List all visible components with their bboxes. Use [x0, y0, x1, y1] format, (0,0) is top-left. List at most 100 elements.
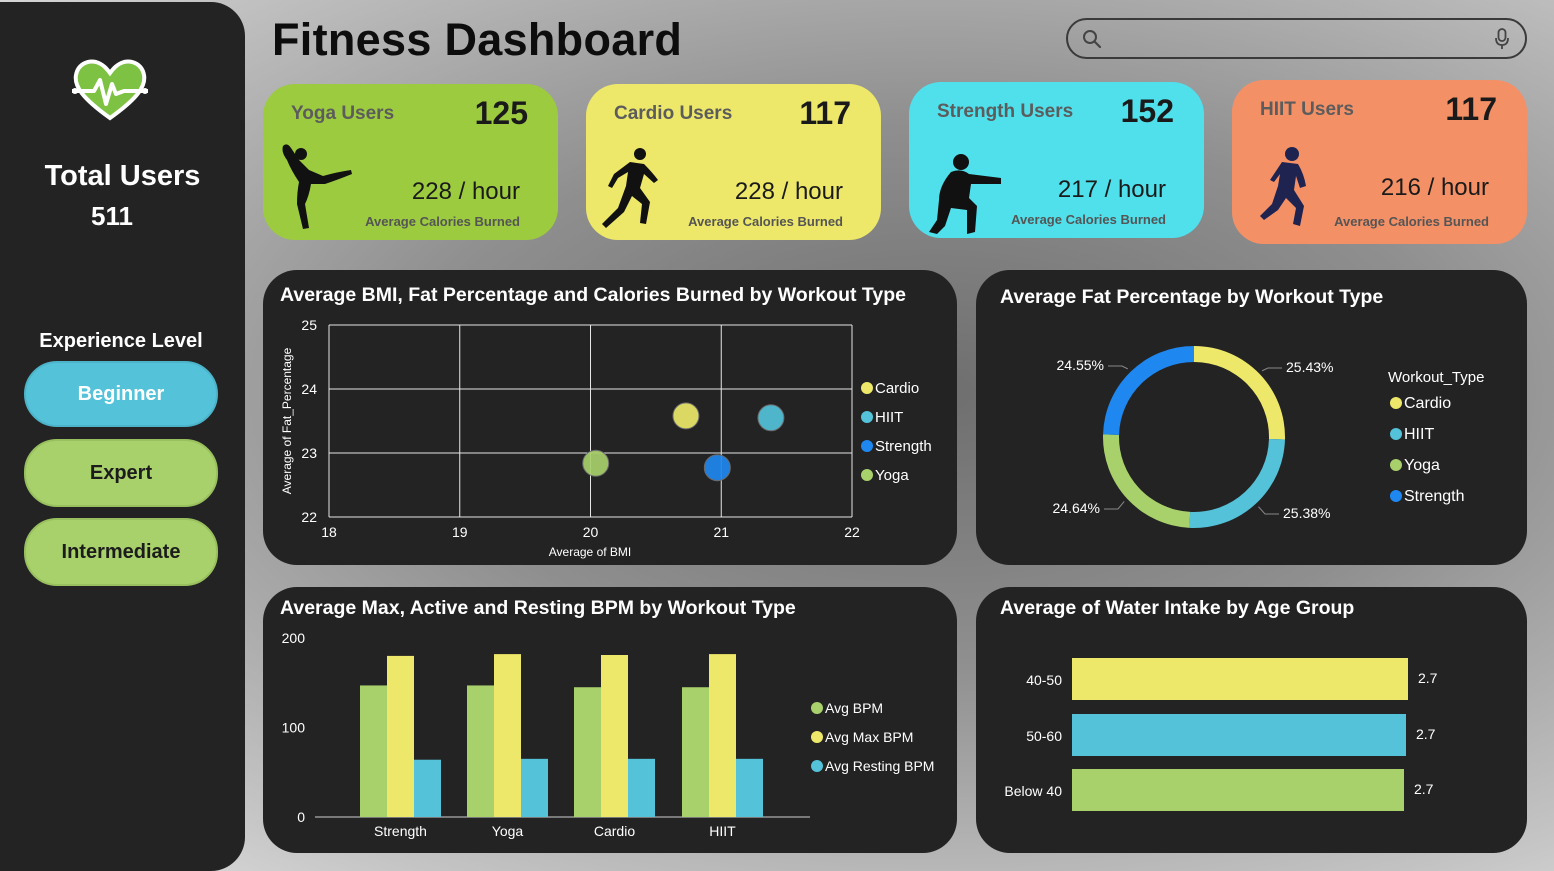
- squat-icon: [929, 154, 1001, 234]
- scatter-x-tick-label: 18: [321, 524, 337, 540]
- scatter-y-tick-label: 25: [301, 317, 317, 333]
- scatter-point-hiit: [757, 404, 785, 432]
- bpm-x-tick-label: HIIT: [709, 823, 736, 839]
- microphone-icon[interactable]: [1495, 28, 1509, 50]
- water-value-label: 2.7: [1416, 726, 1436, 742]
- bpm-bar-cardio: [628, 758, 655, 817]
- water-value-label: 2.7: [1418, 670, 1438, 686]
- water-value-label: 2.7: [1414, 781, 1434, 797]
- kpi-rate: 228 / hour: [734, 178, 843, 205]
- donut-legend-marker: [1390, 490, 1402, 502]
- bpm-bar-strength: [414, 759, 441, 817]
- donut-data-label: 24.55%: [1057, 357, 1104, 373]
- bpm-y-tick-label: 100: [282, 720, 306, 736]
- sprinter-icon: [1260, 147, 1306, 226]
- kpi-rate: 228 / hour: [411, 178, 520, 205]
- runner-icon: [602, 148, 658, 228]
- bpm-bar-hiit: [736, 758, 763, 817]
- bpm-bar-hiit: [682, 687, 709, 817]
- search-input[interactable]: [1112, 26, 1482, 52]
- donut-panel: Average Fat Percentage by Workout Type W…: [976, 270, 1527, 565]
- water-category-label: 40-50: [1026, 672, 1062, 688]
- scatter-y-tick-label: 24: [301, 381, 317, 397]
- bpm-bar-strength: [360, 685, 387, 817]
- bpm-legend-label: Avg Max BPM: [825, 729, 913, 745]
- scatter-legend-label: HIIT: [875, 409, 903, 426]
- bpm-y-tick-label: 0: [297, 809, 305, 825]
- donut-legend-marker: [1390, 428, 1402, 440]
- kpi-label: Strength Users: [937, 101, 1074, 122]
- scatter-x-tick-label: 22: [844, 524, 860, 540]
- bpm-panel: Average Max, Active and Resting BPM by W…: [263, 587, 957, 853]
- donut-legend-label: Yoga: [1404, 457, 1440, 474]
- kpi-count: 152: [1120, 93, 1174, 129]
- kpi-count: 125: [474, 95, 528, 131]
- kpi-card-cardio: Cardio Users 117 228 / hour Average Calo…: [586, 84, 881, 240]
- kpi-subtitle: Average Calories Burned: [1334, 214, 1489, 229]
- bpm-legend-label: Avg Resting BPM: [825, 758, 934, 774]
- scatter-legend-marker: [861, 411, 873, 423]
- kpi-subtitle: Average Calories Burned: [688, 214, 843, 229]
- kpi-label: Cardio Users: [614, 103, 733, 124]
- scatter-x-tick-label: 19: [452, 524, 468, 540]
- heart-pulse-icon: [72, 59, 148, 121]
- kpi-subtitle: Average Calories Burned: [1011, 212, 1166, 227]
- donut-leader-line: [1108, 365, 1129, 370]
- kpi-card-hiit: HIIT Users 117 216 / hour Average Calori…: [1232, 80, 1527, 244]
- scatter-y-tick-label: 22: [301, 509, 317, 525]
- bpm-bar-cardio: [601, 655, 628, 817]
- donut-slice-yoga: [1103, 434, 1191, 528]
- scatter-y-axis-label: Average of Fat_Percentage: [280, 347, 294, 494]
- scatter-x-tick-label: 21: [713, 524, 729, 540]
- donut-legend-marker: [1390, 459, 1402, 471]
- scatter-legend-label: Cardio: [875, 380, 919, 397]
- bpm-bar-cardio: [574, 687, 601, 817]
- bpm-chart: 0 100 200 Strength Yoga Cardio HIIT Avg BPM Avg …: [282, 630, 935, 839]
- scatter-legend-label: Strength: [875, 438, 932, 455]
- scatter-chart: Average of Fat_Percentage Average of BMI…: [280, 317, 932, 559]
- kpi-label: HIIT Users: [1260, 99, 1354, 120]
- bpm-legend-marker: [811, 702, 823, 714]
- kpi-subtitle: Average Calories Burned: [365, 214, 520, 229]
- kpi-label: Yoga Users: [291, 103, 395, 124]
- water-bar: [1072, 769, 1404, 811]
- sidebar: Total Users 511 Experience Level Beginne…: [0, 2, 245, 871]
- kpi-card-yoga: Yoga Users 125 228 / hour Average Calori…: [263, 84, 558, 240]
- bpm-legend-marker: [811, 760, 823, 772]
- water-panel: Average of Water Intake by Age Group 40-…: [976, 587, 1527, 853]
- kpi-card-strength: Strength Users 152 217 / hour Average Ca…: [909, 82, 1204, 238]
- scatter-point-yoga: [582, 449, 610, 477]
- kpi-rate: 217 / hour: [1057, 176, 1166, 203]
- kpi-count: 117: [799, 95, 851, 131]
- water-chart: 40-50 2.7 50-60 2.7 Below 40 2.7: [1004, 658, 1438, 811]
- donut-leader-line: [1261, 367, 1282, 372]
- donut-legend-label: HIIT: [1404, 426, 1434, 443]
- bpm-x-tick-label: Strength: [374, 823, 427, 839]
- experience-level-label: Experience Level: [39, 330, 203, 352]
- experience-expert-button[interactable]: Expert: [24, 439, 218, 507]
- donut-data-label: 24.64%: [1053, 500, 1100, 516]
- scatter-panel: Average BMI, Fat Percentage and Calories…: [263, 270, 957, 565]
- donut-data-label: 25.43%: [1286, 359, 1333, 375]
- scatter-point-cardio: [672, 402, 700, 430]
- donut-data-label: 25.38%: [1283, 505, 1330, 521]
- experience-intermediate-button[interactable]: Intermediate: [24, 518, 218, 586]
- water-category-label: Below 40: [1004, 783, 1062, 799]
- bpm-bar-yoga: [494, 654, 521, 817]
- experience-beginner-button[interactable]: Beginner: [24, 361, 218, 427]
- scatter-point-strength: [703, 454, 731, 482]
- bpm-bar-yoga: [467, 685, 494, 817]
- total-users-label: Total Users: [44, 160, 201, 192]
- donut-chart: Workout_Type 25.43% 25.38% 24.64% 24.55% Car…: [1053, 346, 1484, 528]
- scatter-legend-marker: [861, 440, 873, 452]
- donut-slice-hiit: [1189, 439, 1285, 528]
- scatter-legend-marker: [861, 469, 873, 481]
- search-bar[interactable]: [1066, 18, 1527, 59]
- scatter-x-tick-label: 20: [583, 524, 599, 540]
- kpi-rate: 216 / hour: [1380, 174, 1489, 201]
- donut-legend-label: Strength: [1404, 488, 1464, 505]
- donut-legend-marker: [1390, 397, 1402, 409]
- bpm-x-tick-label: Yoga: [492, 823, 524, 839]
- bpm-bar-strength: [387, 655, 414, 817]
- scatter-x-axis-label: Average of BMI: [549, 545, 632, 559]
